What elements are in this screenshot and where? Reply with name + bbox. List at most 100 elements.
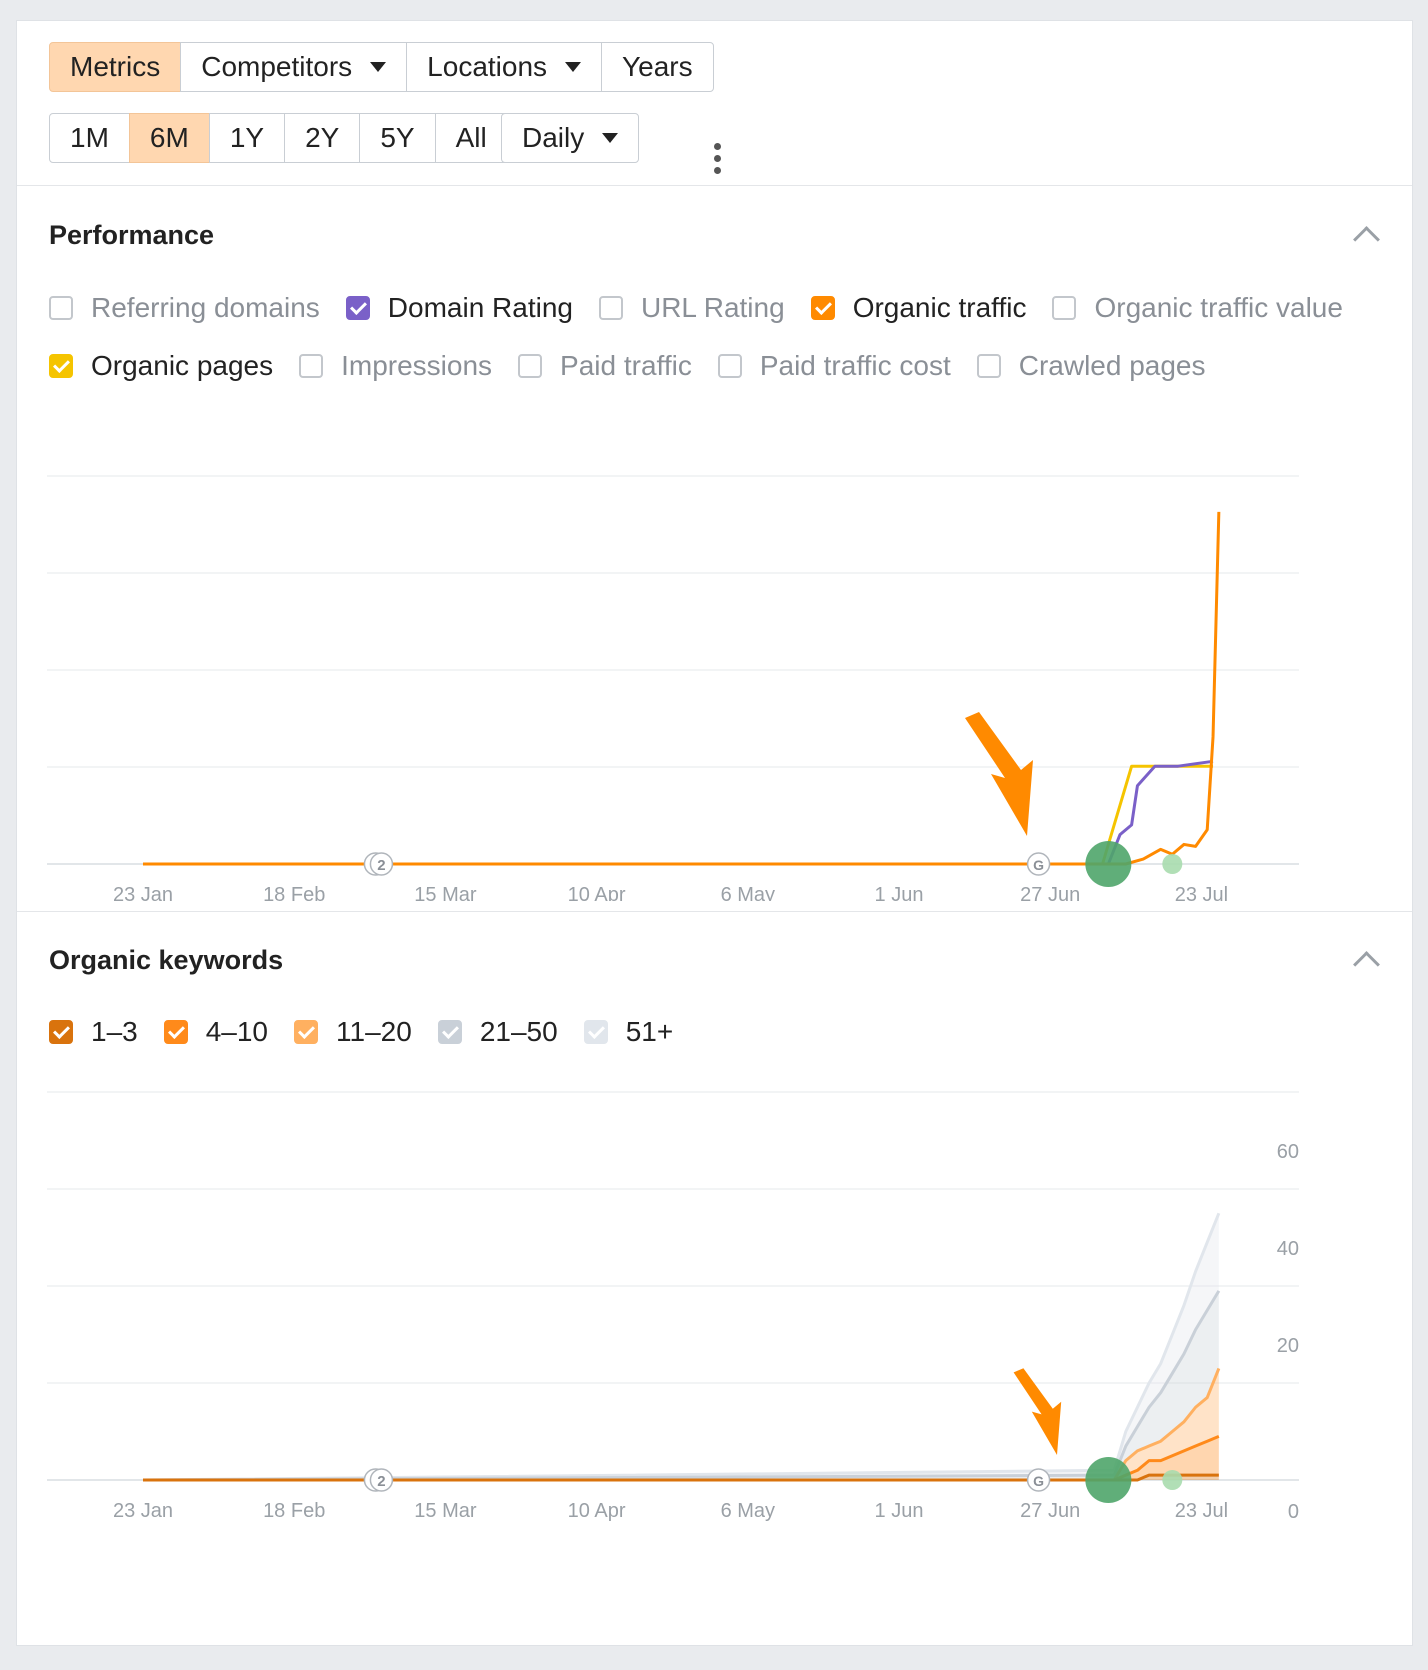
more-options-icon[interactable] xyxy=(705,133,729,183)
checkbox-icon xyxy=(810,296,835,320)
chevron-down-icon xyxy=(602,133,619,143)
chevron-down-icon xyxy=(565,62,582,72)
metric-checkbox-label: Paid traffic xyxy=(560,350,692,381)
x-tick-label: 1 Jun xyxy=(875,1500,924,1522)
collapse-organic-keywords-icon[interactable] xyxy=(1353,951,1380,978)
metric-checkbox-label: Organic traffic value xyxy=(1094,292,1343,323)
x-tick-label: 10 Apr xyxy=(568,1500,626,1522)
x-tick-label: 6 May xyxy=(721,1500,775,1522)
x-tick-label: 23 Jan xyxy=(113,884,173,901)
range-2y[interactable]: 2Y xyxy=(284,113,361,163)
checkbox-icon xyxy=(49,354,73,378)
range-checkbox-21-50[interactable]: 21–50 xyxy=(437,1016,558,1048)
annotation-arrow-icon xyxy=(965,712,1033,836)
organic-keywords-chart: 23 Jan 18 Feb 15 Mar 10 Apr 6 May 1 Jun 27 Jun… xyxy=(47,1091,1299,1523)
event-count-label: 2 xyxy=(377,1473,385,1490)
annotation-arrow-icon xyxy=(1013,1368,1062,1455)
checkbox-icon xyxy=(294,1020,319,1044)
checkbox-icon xyxy=(163,1020,188,1044)
checkbox-icon xyxy=(717,354,742,378)
metric-checkbox-crawled-pages[interactable]: Crawled pages xyxy=(976,350,1206,382)
keyword-range-legend: 1–3 4–10 11–20 21–50 51+ xyxy=(49,1003,699,1061)
x-tick-label: 23 Jan xyxy=(113,1500,173,1522)
range-label: 5Y xyxy=(380,122,415,153)
performance-title: Performance xyxy=(49,220,215,250)
mode-tab-group: Metrics Competitors Locations Years xyxy=(49,42,714,92)
range-checkbox-11-20[interactable]: 11–20 xyxy=(294,1016,412,1048)
range-checkbox-label: 51+ xyxy=(625,1016,674,1047)
series-line-21-50 xyxy=(142,1290,1221,1482)
x-tick-label: 15 Mar xyxy=(414,884,477,901)
range-label: 2Y xyxy=(305,122,340,153)
range-checkbox-label: 4–10 xyxy=(205,1016,269,1047)
tab-metrics[interactable]: Metrics xyxy=(49,42,182,92)
series-line-organic-pages xyxy=(143,764,1214,866)
series-line-organic-traffic xyxy=(143,511,1221,866)
y-tick-label: 0 xyxy=(1288,1501,1299,1523)
metric-checkbox-organic-pages[interactable]: Organic pages xyxy=(49,350,273,382)
granularity-dropdown[interactable]: Daily xyxy=(501,113,640,163)
x-tick-label: 27 Jun xyxy=(1020,1500,1080,1522)
performance-chart: 23 Jan 18 Feb 15 Mar 10 Apr 6 May 1 Jun 27 Jun… xyxy=(47,475,1299,901)
tab-locations[interactable]: Locations xyxy=(406,42,603,92)
metric-checkbox-referring-domains[interactable]: Referring domains xyxy=(49,292,320,324)
metric-checkbox-impressions[interactable]: Impressions xyxy=(299,350,492,382)
performance-metric-legend: Referring domains Domain Rating URL Rating… xyxy=(49,279,1369,395)
tab-years[interactable]: Years xyxy=(601,42,714,92)
event-marker-small xyxy=(1162,854,1183,874)
range-1m[interactable]: 1M xyxy=(49,113,130,163)
x-tick-label: 23 Jul xyxy=(1175,1500,1228,1522)
metric-checkbox-url-rating[interactable]: URL Rating xyxy=(598,292,785,324)
x-tick-label: 23 Jul xyxy=(1175,884,1228,901)
event-marker-large xyxy=(1085,841,1132,887)
tab-label: Competitors xyxy=(201,51,353,82)
checkbox-icon xyxy=(976,354,1001,378)
collapse-performance-icon[interactable] xyxy=(1353,226,1380,253)
metric-checkbox-organic-traffic-value[interactable]: Organic traffic value xyxy=(1052,292,1343,324)
tab-label: Metrics xyxy=(70,51,161,82)
range-all[interactable]: All xyxy=(434,113,508,163)
checkbox-icon xyxy=(299,354,324,378)
metric-checkbox-label: URL Rating xyxy=(640,292,785,323)
range-checkbox-label: 1–3 xyxy=(91,1016,138,1047)
x-tick-label: 27 Jun xyxy=(1020,884,1080,901)
x-tick-label: 15 Mar xyxy=(414,1500,477,1522)
range-5y[interactable]: 5Y xyxy=(359,113,436,163)
checkbox-icon xyxy=(598,296,623,320)
range-checkbox-1-3[interactable]: 1–3 xyxy=(49,1016,138,1048)
range-checkbox-4-10[interactable]: 4–10 xyxy=(163,1016,269,1048)
range-label: 6M xyxy=(149,122,189,153)
y-tick-label: 60 xyxy=(1277,1141,1299,1163)
checkbox-icon xyxy=(583,1020,608,1044)
metric-checkbox-domain-rating[interactable]: Domain Rating xyxy=(345,292,573,324)
divider xyxy=(17,911,1412,912)
metric-checkbox-label: Domain Rating xyxy=(387,292,573,323)
y-tick-label: 40 xyxy=(1277,1238,1299,1260)
chevron-down-icon xyxy=(370,62,387,72)
tab-label: Locations xyxy=(427,51,548,82)
organic-keywords-title: Organic keywords xyxy=(49,945,284,975)
x-tick-label: 18 Feb xyxy=(263,884,325,901)
range-tab-group: 1M 6M 1Y 2Y 5Y All xyxy=(49,113,508,163)
metric-checkbox-paid-traffic-cost[interactable]: Paid traffic cost xyxy=(717,350,951,382)
event-count-label: 2 xyxy=(377,857,385,874)
event-marker-large xyxy=(1085,1457,1132,1503)
event-marker-small xyxy=(1162,1470,1183,1490)
site-explorer-overview-card: Metrics Competitors Locations Years 1M 6M 1Y 2… xyxy=(16,20,1413,1646)
metric-checkbox-label: Paid traffic cost xyxy=(759,350,951,381)
checkbox-icon xyxy=(345,296,370,320)
range-checkbox-51[interactable]: 51+ xyxy=(583,1016,674,1048)
google-update-label: G xyxy=(1033,1473,1044,1489)
divider xyxy=(17,185,1412,186)
range-6m[interactable]: 6M xyxy=(128,113,210,163)
google-update-label: G xyxy=(1033,857,1044,873)
range-label: 1Y xyxy=(229,122,265,153)
granularity-group: Daily xyxy=(501,113,640,163)
tab-competitors[interactable]: Competitors xyxy=(180,42,408,92)
metric-checkbox-organic-traffic[interactable]: Organic traffic xyxy=(810,292,1026,324)
metric-checkbox-paid-traffic[interactable]: Paid traffic xyxy=(518,350,692,382)
checkbox-icon xyxy=(1052,296,1077,320)
range-1y[interactable]: 1Y xyxy=(208,113,286,163)
metric-checkbox-label: Organic pages xyxy=(91,350,274,381)
checkbox-icon xyxy=(518,354,543,378)
